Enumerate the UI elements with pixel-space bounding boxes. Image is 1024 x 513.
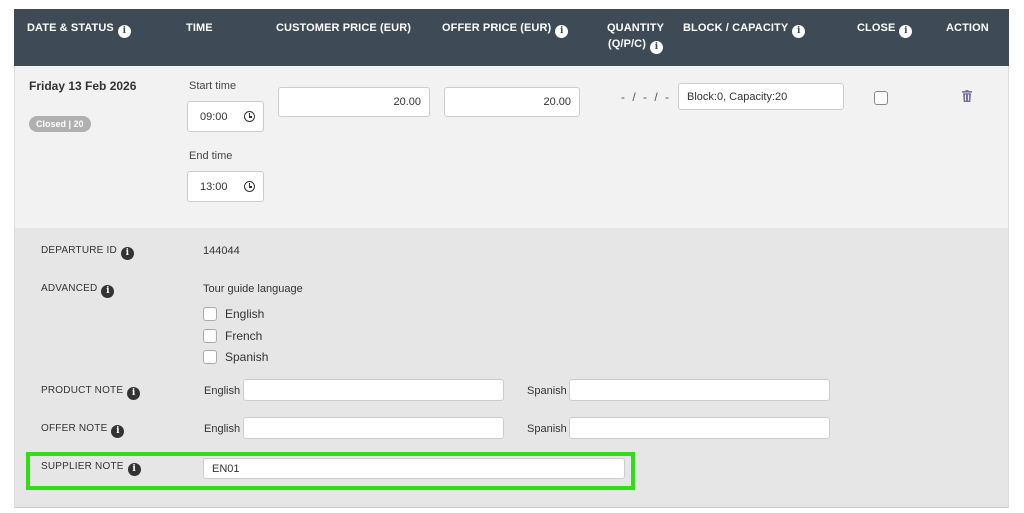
header-block-capacity: BLOCK / CAPACITY i — [683, 20, 806, 38]
product-note-label: PRODUCT NOTE i — [41, 385, 141, 400]
language-option-spanish[interactable]: Spanish — [203, 350, 268, 364]
header-date-status: DATE & STATUS i — [27, 20, 131, 38]
info-icon[interactable]: i — [899, 25, 913, 38]
clock-icon[interactable] — [244, 181, 255, 192]
quantity-value: - / - / - — [621, 90, 671, 104]
english-checkbox[interactable] — [203, 307, 217, 321]
language-option-english[interactable]: English — [203, 307, 264, 321]
info-icon[interactable]: i — [117, 25, 131, 38]
header-customer-price: CUSTOMER PRICE (EUR) — [276, 22, 412, 34]
product-note-spanish-input[interactable] — [569, 379, 830, 401]
departure-id-value: 144044 — [203, 245, 240, 257]
offer-price-input[interactable]: 20.00 — [444, 87, 580, 117]
offer-note-spanish-label: Spanish — [527, 423, 567, 435]
delete-button[interactable] — [962, 89, 972, 107]
clock-icon[interactable] — [244, 111, 255, 122]
departure-row: Friday 13 Feb 2026 Closed | 20 Start tim… — [14, 66, 1009, 228]
departure-date: Friday 13 Feb 2026 — [29, 79, 137, 93]
end-time-input[interactable]: 13:00 — [187, 171, 264, 202]
supplier-note-highlight — [26, 452, 635, 490]
header-time: TIME — [186, 22, 213, 34]
language-option-french[interactable]: French — [203, 329, 262, 343]
close-checkbox[interactable] — [874, 91, 888, 105]
header-action: ACTION — [946, 22, 989, 34]
table-header: DATE & STATUS i TIME CUSTOMER PRICE (EUR)… — [14, 9, 1009, 66]
product-note-english-input[interactable] — [243, 379, 504, 401]
info-icon[interactable]: i — [111, 425, 125, 438]
header-offer-price: OFFER PRICE (EUR) i — [442, 20, 569, 38]
tour-guide-language-label: Tour guide language — [203, 283, 303, 295]
end-time-label: End time — [189, 150, 233, 162]
header-close: CLOSE i — [857, 20, 913, 38]
info-icon[interactable]: i — [120, 247, 134, 260]
product-note-spanish-label: Spanish — [527, 385, 567, 397]
block-capacity-input[interactable]: Block:0, Capacity:20 — [678, 83, 844, 110]
info-icon[interactable]: i — [792, 25, 806, 38]
info-icon[interactable]: i — [101, 285, 115, 298]
french-checkbox[interactable] — [203, 329, 217, 343]
advanced-label: ADVANCED i — [41, 283, 115, 298]
trash-icon — [962, 90, 972, 102]
offer-note-english-input[interactable] — [243, 417, 504, 439]
info-icon[interactable]: i — [127, 387, 141, 400]
info-icon[interactable]: i — [650, 41, 663, 54]
departure-id-label: DEPARTURE ID i — [41, 245, 134, 260]
info-icon[interactable]: i — [555, 25, 569, 38]
spanish-checkbox[interactable] — [203, 350, 217, 364]
product-note-english-label: English — [204, 385, 241, 397]
offer-note-english-label: English — [204, 423, 241, 435]
start-time-input[interactable]: 09:00 — [187, 101, 264, 132]
header-quantity: QUANTITY (Q/P/C) i — [607, 22, 665, 54]
start-time-label: Start time — [189, 80, 237, 92]
status-badge: Closed | 20 — [29, 114, 91, 132]
customer-price-input[interactable]: 20.00 — [278, 87, 430, 117]
offer-note-label: OFFER NOTE i — [41, 423, 125, 438]
offer-note-spanish-input[interactable] — [569, 417, 830, 439]
